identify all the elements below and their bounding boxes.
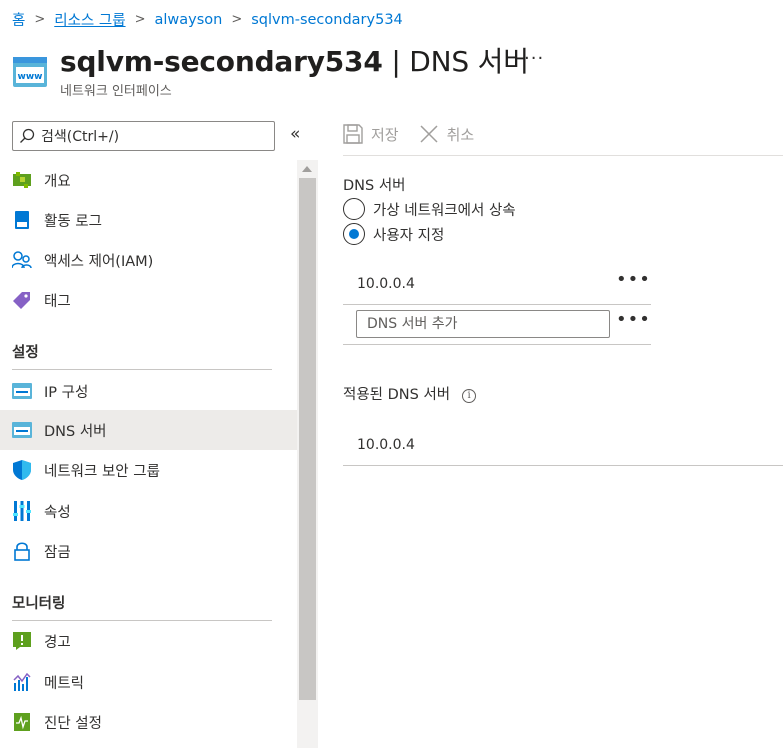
save-button[interactable]: 저장	[343, 124, 399, 145]
properties-icon	[12, 501, 32, 521]
close-icon	[420, 125, 438, 143]
sidebar-item-label: 개요	[44, 173, 71, 190]
row-more-options-icon[interactable]: •••	[616, 269, 651, 290]
page-title: sqlvm-secondary534 | DNS 서버	[60, 40, 529, 80]
row-more-options-icon[interactable]: •••	[616, 309, 651, 330]
radio-custom[interactable]: 사용자 지정	[343, 223, 444, 245]
breadcrumb-home[interactable]: 홈	[12, 9, 25, 30]
sidebar-item-label: 진단 설정	[44, 715, 102, 732]
save-icon	[343, 124, 363, 144]
scroll-up-arrow-icon[interactable]	[302, 166, 312, 172]
breadcrumb-nic[interactable]: sqlvm-secondary534	[251, 12, 403, 28]
sidebar-search[interactable]: 검색(Ctrl+/)	[12, 121, 275, 151]
breadcrumb-separator: >	[34, 12, 46, 27]
sidebar-item-label: 태그	[44, 293, 71, 310]
sidebar-item-label: 속성	[44, 504, 71, 521]
overview-icon	[12, 170, 32, 190]
sidebar-item-label: 잠금	[44, 544, 71, 561]
sidebar-item-locks[interactable]: 잠금	[0, 531, 297, 571]
sidebar: 검색(Ctrl+/) « 개요 활동 로그 액세스 제어(IAM) 태그 설정 …	[0, 112, 318, 748]
breadcrumb-separator: >	[231, 12, 243, 27]
info-icon[interactable]: i	[462, 389, 477, 403]
svg-text:www: www	[18, 72, 43, 82]
page-title-blade: | DNS 서버	[382, 45, 529, 78]
sidebar-item-label: IP 구성	[44, 384, 89, 401]
sidebar-item-label: DNS 서버	[44, 423, 107, 440]
search-placeholder: 검색(Ctrl+/)	[41, 129, 120, 145]
lock-icon	[12, 541, 32, 561]
ip-config-icon	[12, 381, 32, 401]
sidebar-item-dns-servers[interactable]: DNS 서버	[0, 410, 297, 450]
dns-servers-label: DNS 서버	[343, 178, 406, 194]
applied-dns-server-value: 10.0.0.4	[357, 437, 415, 453]
sidebar-item-label: 네트워크 보안 그룹	[44, 463, 160, 480]
breadcrumb-separator: >	[134, 12, 146, 27]
search-icon	[20, 128, 35, 143]
radio-circle-selected[interactable]	[343, 223, 365, 245]
sidebar-item-label: 활동 로그	[44, 213, 102, 230]
command-bar-divider	[343, 155, 783, 156]
alert-icon	[12, 631, 32, 651]
dns-server-icon	[12, 420, 32, 440]
radio-inherit-label: 가상 네트워크에서 상속	[373, 202, 516, 219]
discard-button[interactable]: 취소	[419, 124, 475, 145]
applied-dns-servers-label: 적용된 DNS 서버 i	[343, 383, 477, 404]
radio-custom-label: 사용자 지정	[373, 227, 445, 244]
breadcrumb-alwayson[interactable]: alwayson	[154, 12, 222, 28]
tag-icon	[12, 290, 32, 310]
scrollbar-thumb[interactable]	[299, 178, 316, 700]
more-options-icon[interactable]: ···	[524, 48, 544, 69]
sidebar-item-label: 경고	[44, 634, 71, 651]
section-settings-heading: 설정	[12, 345, 39, 361]
discard-label: 취소	[446, 125, 475, 144]
radio-inherit-from-vnet[interactable]: 가상 네트워크에서 상속	[343, 198, 516, 220]
dns-add-row: •••	[343, 305, 651, 345]
sidebar-scrollbar[interactable]	[297, 160, 318, 748]
sidebar-item-metrics[interactable]: 메트릭	[0, 662, 297, 702]
diagnostic-icon	[12, 712, 32, 732]
sidebar-item-nsg[interactable]: 네트워크 보안 그룹	[0, 450, 297, 490]
sidebar-item-tags[interactable]: 태그	[0, 280, 297, 320]
page-subtitle: 네트워크 인터페이스	[60, 84, 172, 99]
network-interface-icon: www	[13, 57, 47, 87]
iam-icon	[12, 250, 32, 270]
sidebar-item-ip-config[interactable]: IP 구성	[0, 371, 297, 411]
sidebar-item-alerts[interactable]: 경고	[0, 621, 297, 661]
command-bar: 저장 취소	[343, 112, 494, 156]
save-label: 저장	[371, 125, 399, 144]
sidebar-item-overview[interactable]: 개요	[0, 160, 297, 200]
add-dns-server-input[interactable]	[356, 310, 610, 338]
breadcrumb: 홈 > 리소스 그룹 > alwayson > sqlvm-secondary5…	[12, 9, 403, 30]
sidebar-item-iam[interactable]: 액세스 제어(IAM)	[0, 240, 297, 280]
dns-server-value[interactable]: 10.0.0.4	[357, 276, 415, 292]
applied-dns-label-text: 적용된 DNS 서버	[343, 387, 451, 403]
breadcrumb-resource-groups[interactable]: 리소스 그룹	[54, 9, 125, 30]
sidebar-item-label: 액세스 제어(IAM)	[44, 253, 154, 270]
activity-log-icon	[12, 210, 32, 230]
sidebar-item-properties[interactable]: 속성	[0, 491, 297, 531]
section-monitoring-heading: 모니터링	[12, 596, 66, 612]
sidebar-item-label: 메트릭	[44, 675, 85, 692]
shield-icon	[12, 460, 32, 480]
sidebar-item-activity-log[interactable]: 활동 로그	[0, 200, 297, 240]
applied-dns-server-row: 10.0.0.4	[343, 426, 783, 466]
sidebar-item-diagnostic-settings[interactable]: 진단 설정	[0, 702, 297, 742]
dns-server-row: 10.0.0.4 •••	[343, 265, 651, 305]
radio-circle[interactable]	[343, 198, 365, 220]
collapse-sidebar-icon[interactable]: «	[290, 124, 300, 144]
section-divider	[12, 369, 272, 370]
page-title-resource: sqlvm-secondary534	[60, 45, 383, 78]
metrics-icon	[12, 672, 32, 692]
